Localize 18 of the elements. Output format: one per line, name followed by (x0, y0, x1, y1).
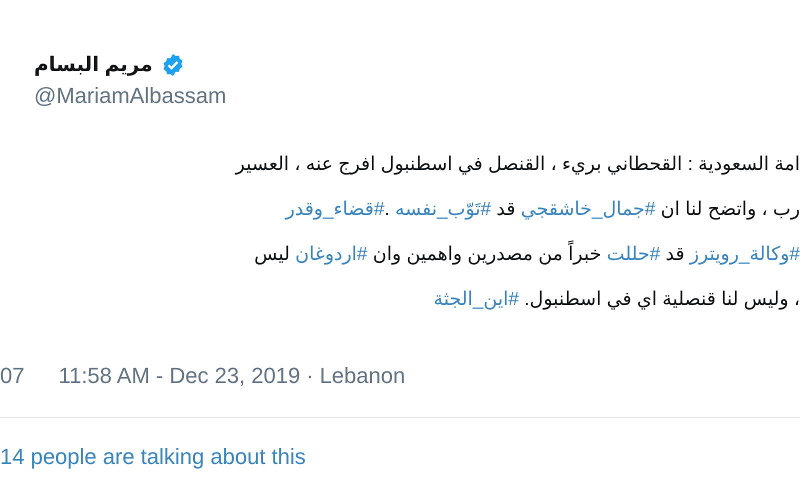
hashtag-link[interactable]: #اين_الجثة (434, 289, 519, 310)
hashtag-link[interactable]: #تَوّب_نفسه (394, 199, 492, 220)
stat-count: 07 (0, 363, 24, 389)
tweet-text-line: ، وليس لنا قنصلية اي في اسطنبول. #اين_الجثة (432, 288, 800, 312)
talking-about-link[interactable]: 14 people are talking about this (0, 444, 306, 470)
hashtag-link[interactable]: #وكالة_رويترز (690, 244, 800, 265)
hashtag-link[interactable]: #جمال_خاشقجي (520, 199, 656, 220)
separator-dot: · (306, 363, 314, 389)
tweet-text-line: #وكالة_رويترز قد #حللت خبراً من مصدرين واهمين وان #اردوغان ليس (0, 239, 800, 270)
hashtag-link[interactable]: #اردوغان (295, 244, 368, 265)
tweet-text-line: رب ، واتضح لنا ان #جمال_خاشقجي قد #تَوّب_نفسه . #قضاء_وقدر (284, 198, 800, 222)
tweet-location[interactable]: Lebanon (320, 363, 406, 389)
tweet-timestamp[interactable]: 11:58 AM - Dec 23, 2019 (58, 363, 300, 389)
author-name[interactable]: مريم البسام (34, 52, 153, 77)
hashtag-link[interactable]: #حللت (606, 244, 660, 265)
tweet-text-line: امة السعودية : القحطاني بريء ، القنصل في اسطنبول افرج عنه ، العسير (234, 153, 800, 177)
author-handle[interactable]: @MariamAlbassam (34, 83, 226, 109)
hashtag-link[interactable]: #قضاء_وقدر (286, 199, 384, 220)
